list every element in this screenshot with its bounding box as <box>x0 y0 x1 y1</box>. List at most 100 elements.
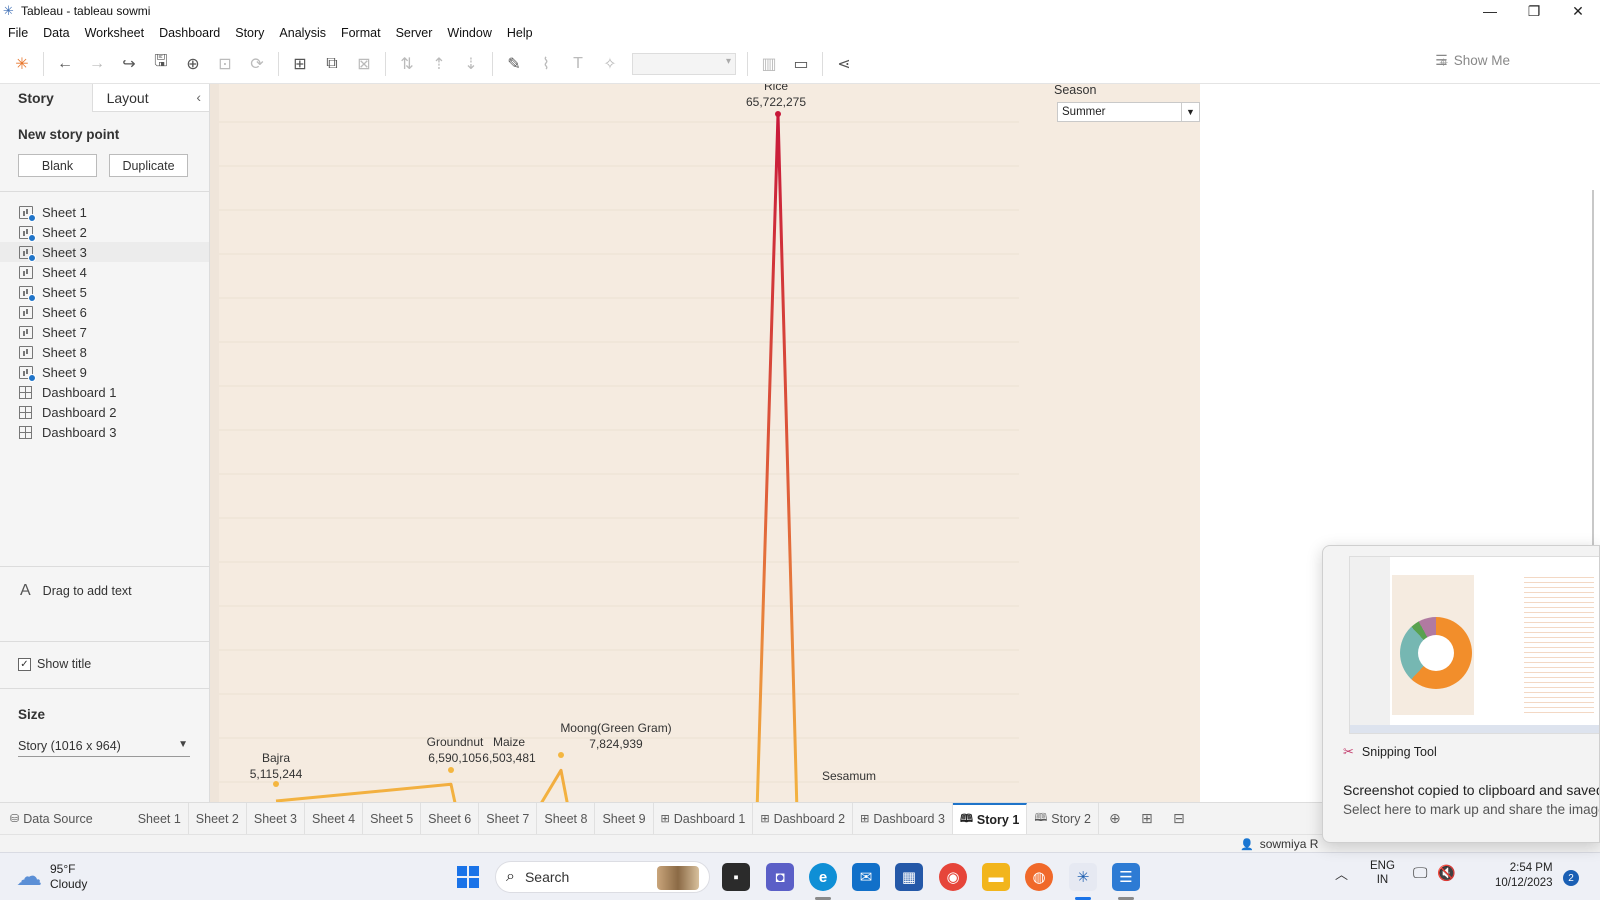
notepad-icon[interactable]: ☰ <box>1112 863 1140 891</box>
duplicate-icon[interactable]: ⧉ <box>316 49 348 79</box>
volume-muted-icon[interactable]: 🔇 <box>1437 864 1456 882</box>
language-indicator[interactable]: ENG IN <box>1370 859 1395 887</box>
tab-layout[interactable]: Layout <box>91 84 209 112</box>
save-icon[interactable]: 🖫 <box>145 49 177 79</box>
menu-worksheet[interactable]: Worksheet <box>85 26 145 40</box>
sort-descending-icon[interactable]: ⇣ <box>455 49 487 79</box>
file-explorer-icon[interactable]: ▬ <box>982 863 1010 891</box>
sheet-tab[interactable]: ⊞ Dashboard 2 <box>753 802 854 835</box>
swap-icon[interactable]: ⇅ <box>391 49 423 79</box>
data-point[interactable] <box>775 111 781 117</box>
undo-icon[interactable]: ← <box>49 49 81 79</box>
screenshot-thumbnail[interactable] <box>1349 556 1599 734</box>
close-button[interactable]: ✕ <box>1556 0 1600 22</box>
sheet-tab[interactable]: Sheet 2 <box>189 802 247 835</box>
sheet-tab[interactable]: Sheet 6 <box>421 802 480 835</box>
show-title-checkbox[interactable]: ✓ Show title <box>18 657 91 671</box>
duplicate-button[interactable]: Duplicate <box>109 154 188 177</box>
sheet-list-item[interactable]: Sheet 6 <box>0 302 209 322</box>
sheet-tab[interactable]: Sheet 3 <box>247 802 305 835</box>
share-icon[interactable]: ⋖ <box>828 49 860 79</box>
collapse-pane-icon[interactable]: ‹ <box>196 89 201 105</box>
labels-icon[interactable]: T <box>562 49 594 79</box>
new-story-tab-icon[interactable]: ⊟ <box>1163 803 1195 835</box>
sheet-tab[interactable]: ⊞ Dashboard 3 <box>853 802 953 835</box>
sheet-list-item[interactable]: Sheet 2 <box>0 222 209 242</box>
sheet-list-item[interactable]: Sheet 4 <box>0 262 209 282</box>
menu-window[interactable]: Window <box>447 26 491 40</box>
sheet-list-item[interactable]: Sheet 1 <box>0 202 209 222</box>
clear-sheet-icon[interactable]: ⊠ <box>348 49 380 79</box>
new-worksheet-tab-icon[interactable]: ⊕ <box>1099 803 1131 835</box>
tableau-taskbar-icon[interactable]: ✳ <box>1069 863 1097 891</box>
tableau-home-icon[interactable]: ✳ <box>6 49 38 79</box>
dashboard-list-item[interactable]: Dashboard 2 <box>0 402 209 422</box>
sheet-list-item[interactable]: Sheet 7 <box>0 322 209 342</box>
blank-button[interactable]: Blank <box>18 154 97 177</box>
new-data-source-icon[interactable]: ⊕ <box>177 49 209 79</box>
task-view-icon[interactable]: ▪ <box>722 863 750 891</box>
chrome-icon[interactable]: ◉ <box>939 863 967 891</box>
sheet-tab[interactable]: Sheet 5 <box>363 802 422 835</box>
weather-widget[interactable]: ☁ 95°F Cloudy <box>16 861 87 892</box>
production-line-chart[interactable]: Bajra 5,115,244 Groundnut 6,590,105 Maize 6,5… <box>219 84 1200 802</box>
teams-chat-icon[interactable]: ◘ <box>766 863 794 891</box>
pause-updates-icon[interactable]: ⊡ <box>209 49 241 79</box>
user-account[interactable]: 👤 sowmiya R <box>1240 837 1318 851</box>
data-point[interactable] <box>273 781 279 787</box>
system-clock[interactable]: 2:54 PM 10/12/2023 <box>1495 861 1553 891</box>
store-icon[interactable]: ▦ <box>895 863 923 891</box>
edge-browser-icon[interactable]: e <box>809 863 837 891</box>
sheet-list-item[interactable]: Sheet 9 <box>0 362 209 382</box>
snipping-tool-notification[interactable]: ✂ Snipping Tool Screenshot copied to cli… <box>1322 545 1600 843</box>
production-series-line[interactable] <box>275 112 799 802</box>
firefox-icon[interactable]: ◍ <box>1025 863 1053 891</box>
season-filter-dropdown[interactable]: Summer ▼ <box>1057 102 1200 122</box>
menu-dashboard[interactable]: Dashboard <box>159 26 220 40</box>
restore-button[interactable]: ❐ <box>1512 0 1556 22</box>
tab-story[interactable]: Story <box>0 84 92 112</box>
sheet-tab[interactable]: Sheet 7 <box>479 802 538 835</box>
sheet-tab[interactable]: ⊞ Dashboard 1 <box>654 802 754 835</box>
presentation-mode-icon[interactable]: ▭ <box>785 49 817 79</box>
sheet-tab[interactable]: 🕮 Story 2 <box>1027 802 1099 835</box>
size-dropdown[interactable]: Story (1016 x 964) ▼ <box>18 735 190 757</box>
new-worksheet-icon[interactable]: ⊞ <box>284 49 316 79</box>
sheet-tab[interactable]: Sheet 8 <box>537 802 596 835</box>
sort-ascending-icon[interactable]: ⇡ <box>423 49 455 79</box>
network-icon[interactable]: 🖵 <box>1413 865 1427 882</box>
group-icon[interactable]: ⌇ <box>530 49 562 79</box>
mail-icon[interactable]: ✉ <box>852 863 880 891</box>
menu-file[interactable]: File <box>8 26 28 40</box>
drag-text-object[interactable]: A Drag to add text <box>20 582 132 600</box>
dashboard-list-item[interactable]: Dashboard 3 <box>0 422 209 442</box>
menu-story[interactable]: Story <box>235 26 264 40</box>
minimize-button[interactable]: — <box>1468 0 1512 22</box>
new-dashboard-tab-icon[interactable]: ⊞ <box>1131 803 1163 835</box>
pin-axes-icon[interactable]: ✧ <box>594 49 626 79</box>
replay-icon[interactable]: ↪ <box>113 49 145 79</box>
data-point[interactable] <box>558 752 564 758</box>
sheet-list-item[interactable]: Sheet 3 <box>0 242 209 262</box>
sheet-list-item[interactable]: Sheet 8 <box>0 342 209 362</box>
taskbar-search[interactable]: ⌕ Search <box>495 861 710 893</box>
sheet-list-item[interactable]: Sheet 5 <box>0 282 209 302</box>
data-source-tab[interactable]: ⛁ Data Source <box>0 803 131 835</box>
menu-data[interactable]: Data <box>43 26 69 40</box>
windows-start-icon[interactable] <box>457 866 479 888</box>
sheet-tab[interactable]: Sheet 4 <box>305 802 364 835</box>
dashboard-list-item[interactable]: Dashboard 1 <box>0 382 209 402</box>
menu-help[interactable]: Help <box>507 26 533 40</box>
show-me-button[interactable]: ☰ Show Me <box>1435 52 1510 69</box>
menu-format[interactable]: Format <box>341 26 381 40</box>
sheet-tab[interactable]: Sheet 9 <box>595 802 654 835</box>
refresh-icon[interactable]: ⟳ <box>241 49 273 79</box>
sheet-tab[interactable]: Sheet 1 <box>131 802 189 835</box>
menu-analysis[interactable]: Analysis <box>279 26 326 40</box>
show-cards-icon[interactable]: ▥ <box>753 49 785 79</box>
chevron-up-icon[interactable]: ︿ <box>1335 864 1348 883</box>
redo-icon[interactable]: → <box>81 49 113 79</box>
highlight-icon[interactable]: ✎ <box>498 49 530 79</box>
menu-server[interactable]: Server <box>396 26 433 40</box>
notification-badge[interactable]: 2 <box>1563 870 1579 886</box>
